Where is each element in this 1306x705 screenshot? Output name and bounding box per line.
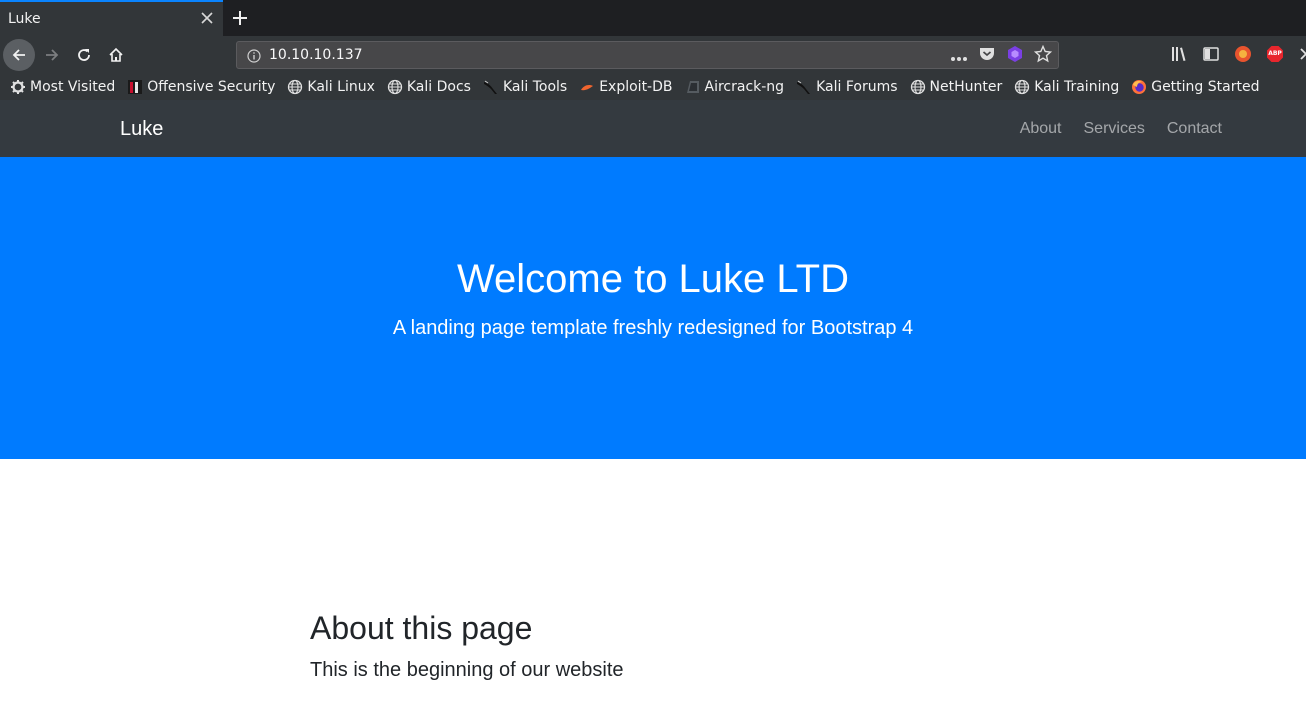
back-button[interactable] — [3, 39, 35, 71]
bookmark-label: Kali Forums — [816, 79, 898, 95]
bookmark-label: Offensive Security — [147, 79, 276, 95]
extension-purple-icon[interactable] — [1006, 45, 1024, 67]
bookmark-exploit-db[interactable]: Exploit-DB — [579, 79, 673, 95]
firefox-icon — [1131, 79, 1147, 95]
bookmark-kali-training[interactable]: Kali Training — [1014, 79, 1119, 95]
reload-icon — [78, 49, 90, 61]
site-navbar: Luke About Services Contact — [0, 100, 1306, 157]
globe-icon — [1014, 79, 1030, 95]
extension-orange-icon[interactable] — [1234, 45, 1252, 67]
tab-strip: Luke — [0, 0, 1306, 36]
bookmark-label: Kali Training — [1034, 79, 1120, 95]
bookmark-label: Kali Tools — [502, 79, 568, 95]
browser-toolbar: 10.10.10.137 ABP — [0, 36, 1306, 74]
exploitdb-icon — [579, 79, 595, 95]
bookmark-label: Getting Started — [1151, 79, 1260, 95]
tab-luke[interactable]: Luke — [0, 0, 223, 36]
new-tab-icon[interactable] — [230, 8, 250, 28]
bookmarks-toolbar: Most Visited Offensive Security Kali Lin… — [0, 74, 1306, 100]
nav-link-services[interactable]: Services — [1084, 120, 1145, 138]
kali-dragon-icon — [796, 79, 812, 95]
forward-button[interactable] — [36, 39, 68, 71]
adblock-badge: ABP — [1268, 50, 1282, 57]
hero-title: Welcome to Luke LTD — [456, 257, 849, 301]
bookmark-kali-tools[interactable]: Kali Tools — [483, 79, 567, 95]
offsec-icon — [127, 79, 143, 95]
bookmark-label: Kali Docs — [406, 79, 471, 95]
bookmark-kali-linux[interactable]: Kali Linux — [287, 79, 375, 95]
reload-button[interactable] — [68, 39, 100, 71]
bookmark-kali-docs[interactable]: Kali Docs — [387, 79, 471, 95]
forward-arrow-icon — [46, 49, 59, 61]
aircrack-icon — [685, 79, 701, 95]
site-nav-links: About Services Contact — [1020, 120, 1222, 138]
close-tab-icon[interactable] — [199, 10, 215, 26]
bookmark-getting-started[interactable]: Getting Started — [1131, 79, 1259, 95]
page-actions-icon[interactable] — [950, 47, 968, 66]
bookmark-label: Exploit-DB — [599, 79, 673, 95]
globe-icon — [910, 79, 926, 95]
tab-title: Luke — [8, 11, 41, 27]
bookmark-star-icon[interactable] — [1033, 44, 1053, 67]
library-icon[interactable] — [1170, 45, 1188, 67]
home-icon — [109, 47, 123, 62]
url-text[interactable]: 10.10.10.137 — [269, 47, 363, 63]
about-text: This is the beginning of our website — [310, 659, 624, 681]
home-button[interactable] — [100, 39, 132, 71]
bookmark-label: Aircrack-ng — [704, 79, 785, 95]
back-arrow-icon — [12, 49, 25, 61]
globe-icon — [387, 79, 403, 95]
globe-icon — [287, 79, 303, 95]
hero-section: Welcome to Luke LTD A landing page templ… — [0, 157, 1306, 459]
url-bar[interactable]: 10.10.10.137 — [236, 41, 1059, 69]
bookmark-nethunter[interactable]: NetHunter — [910, 79, 1003, 95]
about-heading: About this page — [310, 610, 533, 646]
overflow-icon[interactable] — [1298, 45, 1306, 67]
bookmark-kali-forums[interactable]: Kali Forums — [796, 79, 898, 95]
nav-link-about[interactable]: About — [1020, 120, 1062, 138]
bookmark-most-visited[interactable]: Most Visited — [10, 79, 115, 95]
adblock-icon[interactable]: ABP — [1266, 45, 1284, 67]
site-info-icon[interactable] — [247, 48, 261, 67]
bookmark-aircrack-ng[interactable]: Aircrack-ng — [685, 79, 785, 95]
gear-icon — [10, 79, 26, 95]
site-brand[interactable]: Luke — [120, 118, 163, 141]
hero-subtitle: A landing page template freshly redesign… — [392, 317, 914, 339]
pocket-icon[interactable] — [978, 45, 996, 67]
bookmark-label: Kali Linux — [307, 79, 375, 95]
bookmark-label: NetHunter — [929, 79, 1003, 95]
about-section: About this page This is the beginning of… — [310, 610, 624, 682]
sidebar-icon[interactable] — [1202, 45, 1220, 67]
bookmark-label: Most Visited — [30, 79, 116, 95]
bookmark-offensive-security[interactable]: Offensive Security — [127, 79, 275, 95]
nav-link-contact[interactable]: Contact — [1167, 120, 1222, 138]
kali-dragon-icon — [483, 79, 499, 95]
